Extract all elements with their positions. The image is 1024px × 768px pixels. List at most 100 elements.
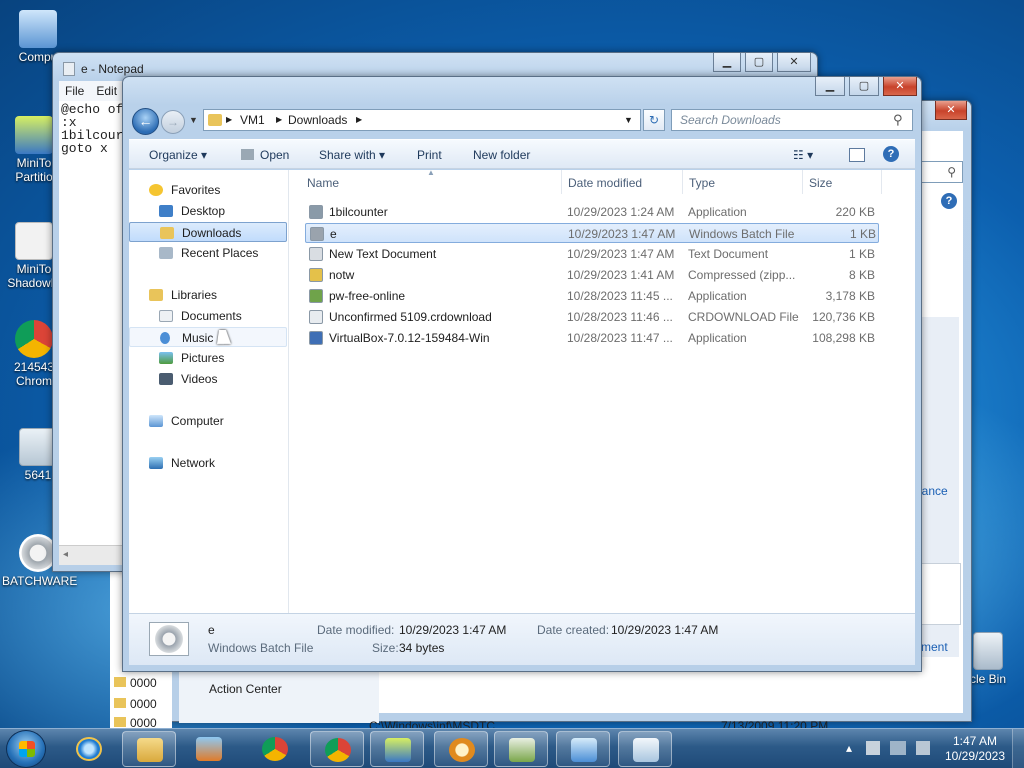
file-row[interactable]: notw 10/29/2023 1:41 AM Compressed (zipp..… [305,265,879,285]
taskbar-internet-explorer[interactable] [62,731,116,767]
nav-music[interactable]: Music [129,327,287,347]
column-separator[interactable] [881,170,882,194]
show-hidden-icons[interactable]: ▴ [846,741,852,755]
explorer-window[interactable]: ▁ ▢ ✕ ← → ▼ ▶ VM1 ▶ Downloads ▶ ▼ ↻ Sear… [122,76,922,672]
nav-documents[interactable]: Documents [129,306,287,326]
share-with-button[interactable]: Share with ▾ [319,148,385,162]
maximize-button[interactable]: ▢ [745,53,773,72]
folder-item[interactable]: 0000 [114,697,157,711]
menu-edit[interactable]: Edit [90,81,123,101]
breadcrumb-separator: ▶ [356,115,363,124]
show-desktop-button[interactable] [1012,729,1024,768]
chrome-icon [15,320,53,358]
taskbar-control-panel[interactable] [556,731,610,767]
clock-time: 1:47 AM [952,734,998,748]
close-button[interactable]: ✕ [777,53,811,72]
taskbar-chrome[interactable] [248,731,302,767]
size-value: 34 bytes [399,641,445,655]
file-row[interactable]: 1bilcounter 10/29/2023 1:24 AM Application… [305,202,879,222]
file-row[interactable]: VirtualBox-7.0.12-159484-Win 10/28/2023 1… [305,328,879,348]
file-row[interactable]: Unconfirmed 5109.crdownload 10/28/2023 11… [305,307,879,327]
organize-button[interactable]: Organize ▾ [149,148,207,162]
nav-downloads[interactable]: Downloads [129,222,287,242]
recent-pages-dropdown[interactable]: ▼ [189,115,198,125]
preview-pane-icon[interactable] [849,148,865,162]
menu-file[interactable]: File [59,81,90,101]
open-button[interactable]: Open [241,148,289,162]
start-button[interactable] [6,730,46,768]
action-center-link[interactable]: Action Center [209,682,282,696]
taskbar-chrome-2[interactable] [310,731,364,767]
pictures-icon [159,352,173,364]
address-bar[interactable]: ▶ VM1 ▶ Downloads ▶ ▼ [203,109,641,131]
folder-icon [114,677,126,687]
close-button[interactable]: ✕ [883,77,917,96]
explorer-body: Favorites Desktop Downloads Recent Place… [129,168,915,613]
print-button[interactable]: Print [417,148,442,162]
nav-videos[interactable]: Videos [129,369,287,389]
taskbar-notepad[interactable] [618,731,672,767]
breadcrumb-vm1[interactable]: VM1 [240,113,265,127]
back-button[interactable]: ← [132,108,159,135]
new-folder-button[interactable]: New folder [473,148,530,162]
address-dropdown-icon[interactable]: ▼ [624,115,633,125]
taskbar-minitool-partition[interactable] [370,731,424,767]
file-row[interactable]: pw-free-online 10/28/2023 11:45 ... Applic… [305,286,879,306]
nav-libraries[interactable]: Libraries [129,285,287,305]
column-name[interactable]: Name [307,176,339,194]
system-clock[interactable]: 1:47 AM 10/29/2023 [940,734,1010,764]
minimize-button[interactable]: ▁ [713,53,741,72]
libraries-icon [149,289,163,301]
file-type: Text Document [688,247,769,261]
maximize-button[interactable]: ▢ [849,77,879,96]
column-separator[interactable] [561,170,562,194]
breadcrumb-downloads[interactable]: Downloads [288,113,347,127]
taskbar-media-player[interactable] [182,731,236,767]
minimize-button[interactable]: ▁ [815,77,845,96]
action-center-flag-icon[interactable] [866,741,880,755]
file-name: VirtualBox-7.0.12-159484-Win [329,331,490,345]
nav-pictures[interactable]: Pictures [129,348,287,368]
nav-computer[interactable]: Computer [129,411,287,431]
help-icon[interactable]: ? [883,146,899,162]
column-separator[interactable] [802,170,803,194]
notepad-app-icon [63,62,75,76]
windows-logo-icon [19,741,35,757]
search-input[interactable]: Search Downloads [671,109,913,131]
nav-favorites[interactable]: Favorites [129,180,287,200]
folder-icon [208,114,222,126]
size-label: Size: [372,641,399,655]
network-icon[interactable] [890,741,906,755]
taskbar-search-app[interactable] [434,731,488,767]
column-size[interactable]: Size [809,176,832,194]
scroll-left-icon[interactable]: ◂ [63,549,68,560]
file-row[interactable]: e 10/29/2023 1:47 AM Windows Batch File 1 K… [305,223,879,243]
nav-recent-places[interactable]: Recent Places [129,243,287,263]
file-row[interactable]: New Text Document 10/29/2023 1:47 AM Text … [305,244,879,264]
file-name: 1bilcounter [329,205,388,219]
taskbar-windows-explorer[interactable] [122,731,176,767]
help-icon[interactable]: ? [941,193,957,209]
column-separator[interactable] [682,170,683,194]
desktop-icon-label: BATCHWARE [2,574,78,588]
close-button[interactable]: ✕ [935,101,967,120]
file-date-modified: 10/29/2023 1:47 AM [568,227,676,241]
taskbar-editor[interactable] [494,731,548,767]
volume-muted-icon[interactable] [916,741,930,755]
search-box[interactable]: ⚲ [917,161,963,183]
column-date-modified[interactable]: Date modified [568,176,642,194]
forward-button[interactable]: → [161,110,185,134]
file-type: Application [688,205,747,219]
file-size: 8 KB [848,268,875,282]
music-icon [160,332,170,344]
nav-desktop[interactable]: Desktop [129,201,287,221]
column-type[interactable]: Type [689,176,715,194]
nav-network[interactable]: Network [129,453,287,473]
view-options-icon[interactable]: ☷ ▾ [793,148,813,162]
folder-icon [114,717,126,727]
navigation-pane: Favorites Desktop Downloads Recent Place… [129,170,289,613]
folder-item[interactable]: 0000 [114,676,157,690]
file-type: CRDOWNLOAD File [688,310,799,324]
refresh-button[interactable]: ↻ [643,109,665,131]
search-icon: ⚲ [893,112,903,127]
